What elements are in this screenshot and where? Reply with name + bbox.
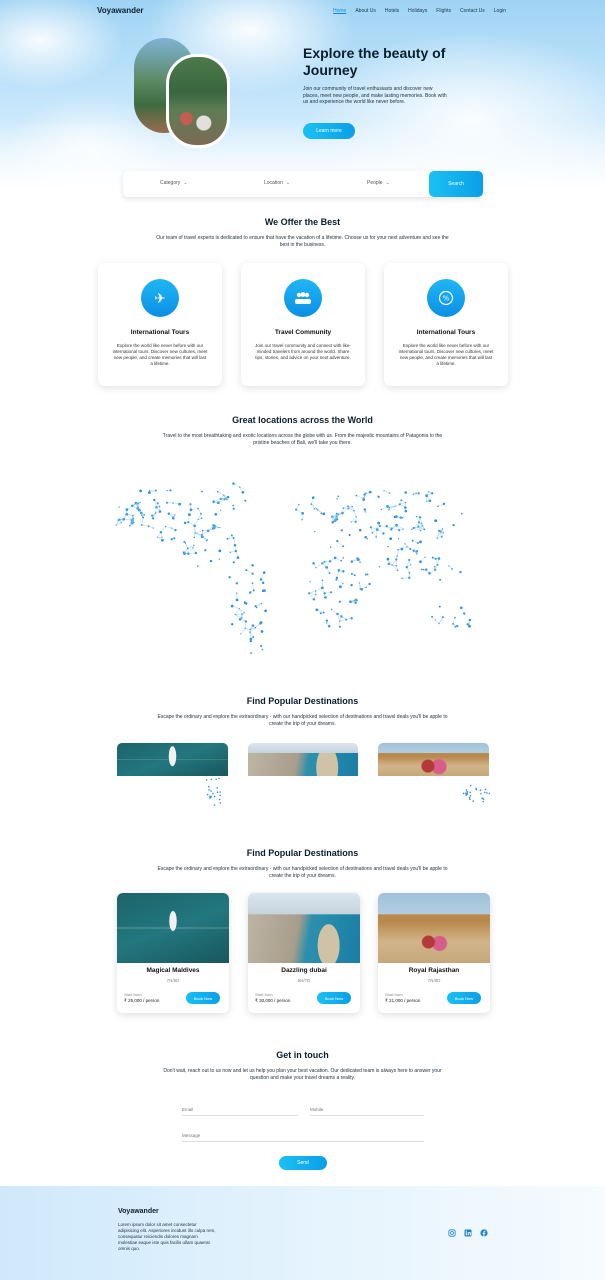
- nav-menu: Home About Us Hotels Holidays Flights Co…: [333, 8, 506, 14]
- send-button[interactable]: Send: [279, 1156, 327, 1170]
- brand-logo[interactable]: Voyawander: [97, 6, 144, 15]
- destination-name: Magical Maldives: [146, 967, 200, 974]
- offer-card: % International Tours Explore the world …: [384, 263, 508, 386]
- community-icon: [284, 279, 322, 317]
- offer-card-title: Travel Community: [274, 329, 332, 336]
- nav-link-about[interactable]: About Us: [355, 8, 376, 14]
- people-label: People: [367, 180, 383, 186]
- book-now-button[interactable]: Book Now: [447, 992, 481, 1004]
- chevron-down-icon: ⌄: [285, 180, 291, 186]
- destination-card-rajasthan[interactable]: Royal Rajasthan 7N/8D Start from ₹ 21,00…: [378, 893, 490, 1013]
- email-field[interactable]: Email: [182, 1107, 298, 1116]
- destination-card-dubai[interactable]: Dazzling dubai 6N/7D Start from ₹ 30,000…: [248, 893, 360, 1013]
- world-map: [115, 482, 472, 654]
- message-label: Message: [182, 1133, 201, 1138]
- offer-card-text: Join our travel community and connect wi…: [255, 343, 351, 360]
- offer-card-title: International Tours: [130, 329, 190, 336]
- learn-more-button[interactable]: Learn more: [303, 123, 355, 139]
- destination-price: ₹ 25,000 / person: [124, 998, 160, 1003]
- category-label: Category: [160, 180, 181, 186]
- dubai-preview-image: [248, 743, 358, 776]
- search-bar: Category ⌄ Location ⌄ People ⌄ Search: [123, 171, 483, 197]
- maldives-image: [117, 893, 229, 963]
- footer: Voyawander Lorem ipsum dolor sit amet co…: [0, 1186, 605, 1280]
- nav-link-login[interactable]: Login: [494, 8, 506, 14]
- contact-title: Get in touch: [276, 1050, 329, 1060]
- offer-card-text: Explore the world like never before with…: [398, 343, 494, 366]
- destination-name: Royal Rajasthan: [408, 967, 460, 974]
- people-dropdown[interactable]: People ⌄: [367, 180, 390, 186]
- destination-price: ₹ 21,000 / person: [385, 998, 421, 1003]
- airplane-icon: ✈: [141, 279, 179, 317]
- nav-link-holidays[interactable]: Holidays: [408, 8, 427, 14]
- svg-text:%: %: [443, 295, 450, 303]
- offer-card-text: Explore the world like never before with…: [112, 343, 208, 366]
- destination-name: Dazzling dubai: [281, 967, 327, 974]
- popular-title: Find Popular Destinations: [246, 848, 359, 858]
- start-from-label: Start from: [255, 992, 273, 997]
- start-from-label: Start from: [124, 992, 142, 997]
- popular-description: Escape the ordinary and explore the extr…: [157, 866, 448, 879]
- message-field[interactable]: Message: [182, 1133, 424, 1142]
- dubai-image: [248, 893, 360, 963]
- popular-preview-description: Escape the ordinary and explore the extr…: [157, 714, 448, 727]
- offer-card: Travel Community Join our travel communi…: [241, 263, 365, 386]
- destination-duration: 7N/8D: [166, 978, 180, 983]
- destination-card-maldives[interactable]: Magical Maldives 7N/8D Start from ₹ 25,0…: [117, 893, 229, 1013]
- maldives-preview-image: [117, 743, 228, 776]
- locations-title: Great locations across the World: [232, 415, 373, 425]
- discount-badge-icon: %: [427, 279, 465, 317]
- search-button[interactable]: Search: [429, 171, 483, 197]
- world-map-fragment: [205, 777, 490, 806]
- instagram-icon[interactable]: [447, 1228, 456, 1237]
- chevron-down-icon: ⌄: [385, 180, 390, 186]
- destination-duration: 7N/8D: [427, 978, 441, 983]
- nav-link-hotels[interactable]: Hotels: [385, 8, 399, 14]
- location-dropdown[interactable]: Location ⌄: [264, 180, 290, 186]
- email-label: Email: [182, 1107, 194, 1112]
- chevron-down-icon: ⌄: [183, 180, 188, 186]
- hero-description: Join our community of travel enthusiasts…: [303, 86, 447, 105]
- offer-title: We Offer the Best: [264, 217, 341, 227]
- rajasthan-image: [378, 893, 490, 963]
- mobile-label: Mobile: [310, 1107, 324, 1112]
- offer-card-title: International Tours: [416, 329, 476, 336]
- location-label: Location: [264, 180, 283, 186]
- offer-card: ✈ International Tours Explore the world …: [98, 263, 222, 386]
- book-now-button[interactable]: Book Now: [317, 992, 351, 1004]
- rajasthan-preview-image: [378, 743, 489, 776]
- popular-preview-title: Find Popular Destinations: [246, 696, 359, 706]
- locations-description: Travel to the most breathtaking and exot…: [162, 433, 443, 446]
- footer-brand: Voyawander: [118, 1208, 159, 1215]
- linkedin-icon[interactable]: [463, 1228, 472, 1237]
- mobile-field[interactable]: Mobile: [310, 1107, 424, 1116]
- footer-description: Lorem ipsum dolor sit amet consectetur a…: [118, 1222, 216, 1251]
- hero-title: Explore the beauty of Journey: [303, 45, 446, 78]
- offer-description: Our team of travel experts is dedicated …: [156, 235, 449, 248]
- facebook-icon[interactable]: [479, 1228, 488, 1237]
- nav-link-home[interactable]: Home: [333, 8, 346, 14]
- contact-description: Don't wait, reach out to us now and let …: [163, 1068, 442, 1081]
- book-now-button[interactable]: Book Now: [186, 992, 220, 1004]
- nav-link-flights[interactable]: Flights: [436, 8, 451, 14]
- destination-price: ₹ 30,000 / person: [255, 998, 291, 1003]
- category-dropdown[interactable]: Category ⌄: [160, 180, 188, 186]
- hero-image-village: [166, 54, 230, 148]
- destination-duration: 6N/7D: [297, 978, 311, 983]
- start-from-label: Start from: [385, 992, 403, 997]
- nav-link-contact[interactable]: Contact Us: [460, 8, 485, 14]
